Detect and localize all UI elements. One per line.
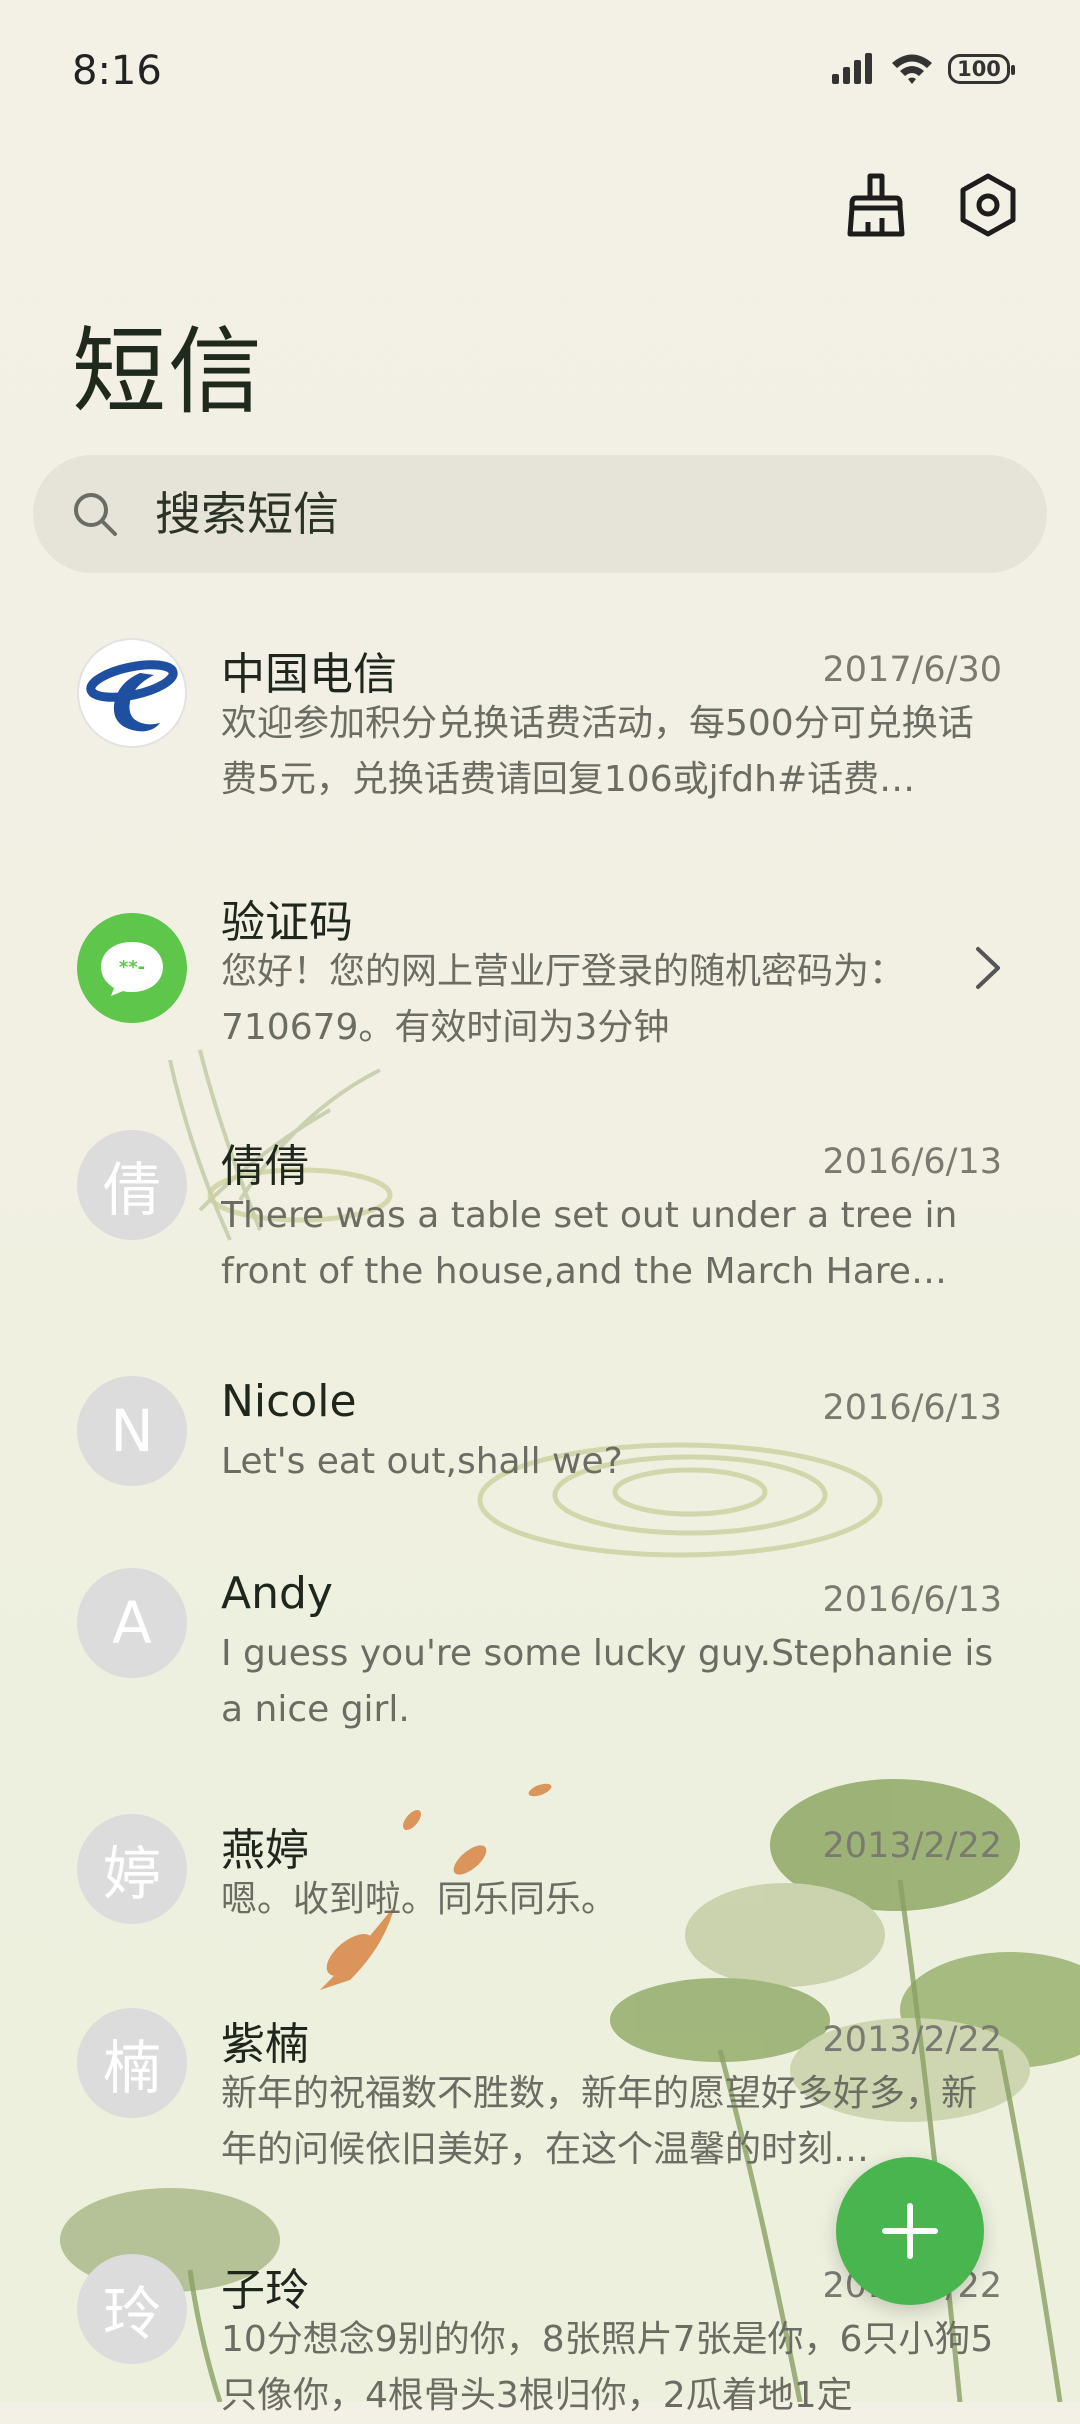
conversation-item[interactable]: N Nicole 2016/6/13 Let's eat out,shall w… [0, 1358, 1080, 1508]
message-bubble-icon: **- [101, 942, 163, 996]
contact-name: 子玲 [221, 2265, 309, 2316]
message-preview: There was a table set out under a tree i… [221, 1195, 958, 1292]
china-telecom-logo-icon [86, 660, 178, 732]
message-preview: Let's eat out,shall we? [221, 1441, 623, 1482]
avatar: 楠 [77, 2008, 187, 2118]
contact-name: Andy [221, 1568, 333, 1619]
contact-name: 紫楠 [221, 2019, 309, 2070]
cellular-signal-icon [832, 53, 872, 84]
message-date: 2016/6/13 [822, 1142, 1002, 1182]
contact-name: 中国电信 [221, 649, 397, 700]
search-input[interactable] [153, 486, 957, 542]
contact-name: 燕婷 [221, 1825, 309, 1876]
message-preview: 10分想念9别的你，8张照片7张是你，6只小狗5只像你，4根骨头3根归你，2瓜着… [221, 2319, 994, 2416]
conversation-item[interactable]: A Andy 2016/6/13 I guess you're some luc… [0, 1550, 1080, 1750]
new-message-button[interactable] [836, 2157, 984, 2305]
settings-button[interactable] [956, 170, 1020, 240]
gear-icon [960, 173, 1016, 237]
message-date: 2013/2/22 [822, 1826, 1002, 1866]
message-preview: I guess you're some lucky guy.Stephanie … [221, 1633, 994, 1730]
conversation-item[interactable]: 倩 倩倩 2016/6/13 There was a table set out… [0, 1112, 1080, 1312]
conversation-item[interactable]: 中国电信 2017/6/30 欢迎参加积分兑换话费活动，每500分可兑换话费5元… [0, 620, 1080, 820]
plus-icon [882, 2203, 938, 2259]
message-preview: 欢迎参加积分兑换话费活动，每500分可兑换话费5元，兑换话费请回复106或jfd… [221, 703, 974, 800]
broom-icon [847, 173, 905, 237]
contact-name: 验证码 [221, 897, 353, 948]
search-icon [71, 490, 119, 538]
message-preview: 您好！您的网上营业厅登录的随机密码为：710679。有效时间为3分钟 [221, 951, 906, 1048]
avatar [77, 638, 187, 748]
status-time: 8:16 [72, 48, 162, 94]
avatar: 婷 [77, 1814, 187, 1924]
header-actions [844, 170, 1020, 240]
contact-name: 倩倩 [221, 1141, 309, 1192]
conversation-item[interactable]: **- 验证码 您好！您的网上营业厅登录的随机密码为：710679。有效时间为3… [0, 868, 1080, 1068]
avatar: 倩 [77, 1130, 187, 1240]
avatar: N [77, 1376, 187, 1486]
battery-icon: 100 [948, 54, 1015, 84]
message-date: 2013/2/22 [822, 2020, 1002, 2060]
page-title: 短信 [72, 318, 265, 427]
avatar: **- [77, 913, 187, 1023]
avatar-text: **- [119, 957, 145, 978]
contact-name: Nicole [221, 1376, 357, 1427]
chevron-right-icon [976, 947, 1000, 989]
message-date: 2017/6/30 [822, 650, 1002, 690]
status-bar: 8:16 100 [0, 0, 1080, 150]
search-bar[interactable] [33, 455, 1047, 573]
message-preview: 嗯。收到啦。同乐同乐。 [221, 1879, 618, 1920]
avatar: A [77, 1568, 187, 1678]
clean-button[interactable] [844, 170, 908, 240]
status-icons: 100 [830, 52, 1015, 86]
conversation-item[interactable]: 婷 燕婷 2013/2/22 嗯。收到啦。同乐同乐。 [0, 1796, 1080, 1946]
avatar: 玲 [77, 2254, 187, 2364]
message-date: 2016/6/13 [822, 1388, 1002, 1428]
wifi-icon [892, 54, 932, 84]
message-date: 2016/6/13 [822, 1580, 1002, 1620]
